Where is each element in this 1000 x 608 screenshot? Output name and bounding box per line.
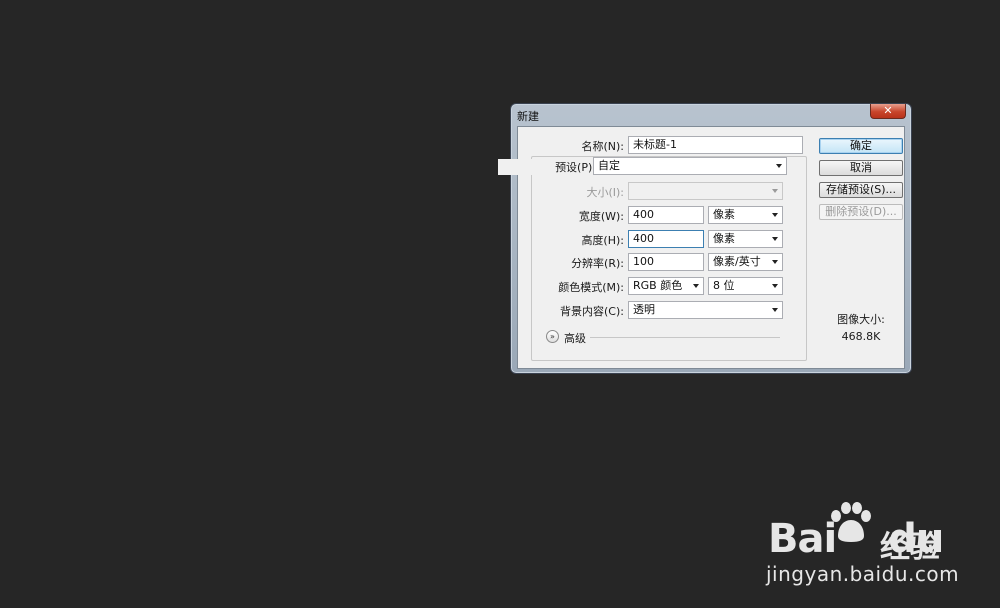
chevron-down-icon — [772, 284, 778, 288]
height-input[interactable]: 400 — [628, 230, 704, 248]
image-size-label: 图像大小: — [837, 313, 885, 326]
advanced-toggle-label[interactable]: 高级 — [564, 330, 586, 346]
save-preset-button[interactable]: 存储预设(S)... — [819, 182, 903, 198]
preset-select[interactable]: 自定 — [593, 157, 787, 175]
height-unit-value: 像素 — [713, 232, 735, 245]
chevron-down-icon — [772, 260, 778, 264]
close-button[interactable]: ✕ — [870, 104, 906, 119]
color-mode-value: RGB 颜色 — [633, 279, 683, 292]
chevron-down-icon — [772, 213, 778, 217]
chevron-down-icon — [772, 189, 778, 193]
new-document-dialog: 新建 ✕ 名称(N): 未标题-1 预设(P): 自定 大小(I): 宽度(W)… — [498, 103, 912, 374]
preset-label: 预设(P): — [498, 159, 600, 175]
dialog-client-area: 名称(N): 未标题-1 预设(P): 自定 大小(I): 宽度(W): 400… — [498, 126, 905, 369]
dialog-title: 新建 — [517, 110, 539, 123]
preset-select-value: 自定 — [598, 159, 620, 172]
name-label: 名称(N): — [581, 140, 624, 153]
color-mode-select[interactable]: RGB 颜色 — [628, 277, 704, 295]
dialog-titlebar[interactable]: 新建 ✕ — [511, 104, 911, 126]
resolution-label: 分辨率(R): — [571, 257, 624, 270]
cancel-button[interactable]: 取消 — [819, 160, 903, 176]
resolution-input[interactable]: 100 — [628, 253, 704, 271]
advanced-divider — [590, 337, 780, 338]
background-select[interactable]: 透明 — [628, 301, 783, 319]
color-mode-label: 颜色模式(M): — [558, 281, 624, 294]
bit-depth-value: 8 位 — [713, 279, 735, 292]
delete-preset-button: 删除预设(D)... — [819, 204, 903, 220]
width-unit-value: 像素 — [713, 208, 735, 221]
image-size-value: 468.8K — [841, 330, 881, 343]
width-label: 宽度(W): — [578, 210, 624, 223]
chevron-down-icon — [772, 308, 778, 312]
jingyan-url-text: jingyan.baidu.com — [766, 562, 960, 586]
size-label: 大小(I): — [586, 186, 624, 199]
height-label: 高度(H): — [581, 234, 624, 247]
chevron-down-icon — [776, 164, 782, 168]
resolution-unit-value: 像素/英寸 — [713, 255, 761, 268]
ok-button[interactable]: 确定 — [819, 138, 903, 154]
jingyan-brand-text: 经验 — [880, 530, 940, 565]
resolution-unit-select[interactable]: 像素/英寸 — [708, 253, 783, 271]
height-unit-select[interactable]: 像素 — [708, 230, 783, 248]
baidu-paw-icon — [831, 502, 871, 542]
size-select — [628, 182, 783, 200]
width-input[interactable]: 400 — [628, 206, 704, 224]
close-icon: ✕ — [883, 104, 893, 117]
chevron-down-icon — [693, 284, 699, 288]
bit-depth-select[interactable]: 8 位 — [708, 277, 783, 295]
chevron-down-icon — [772, 237, 778, 241]
name-input[interactable]: 未标题-1 — [628, 136, 803, 154]
background-value: 透明 — [633, 303, 655, 316]
background-label: 背景内容(C): — [560, 305, 624, 318]
double-chevron-down-icon[interactable]: » — [546, 330, 559, 343]
width-unit-select[interactable]: 像素 — [708, 206, 783, 224]
